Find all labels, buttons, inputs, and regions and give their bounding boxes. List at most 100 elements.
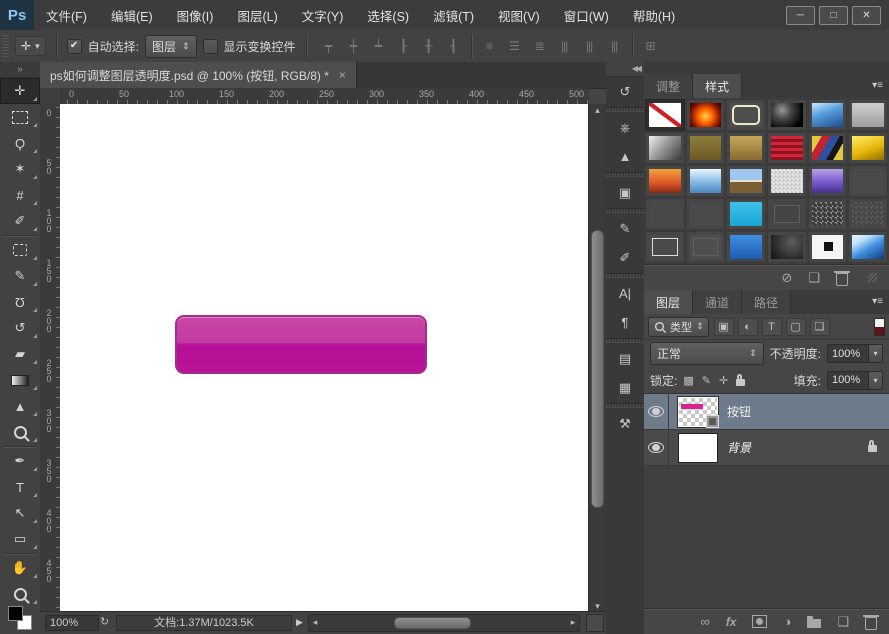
blend-mode-dropdown[interactable]: 正常 ⇕	[650, 342, 764, 365]
menu-type[interactable]: 文字(Y)	[290, 0, 356, 30]
layer-row-button[interactable]: 按钮	[644, 394, 889, 430]
style-dark-3[interactable]	[686, 198, 726, 230]
document-info[interactable]: 文档:1.37M/1023.5K	[116, 615, 292, 631]
filter-pixel-layers[interactable]: ▣	[714, 318, 734, 336]
auto-select-checkbox[interactable]: ✔	[67, 39, 82, 54]
style-red-stripes[interactable]	[767, 132, 807, 164]
menu-help[interactable]: 帮助(H)	[621, 0, 687, 30]
distribute-right-edges[interactable]: |||	[603, 36, 626, 56]
new-layer-button[interactable]: ❑	[837, 614, 849, 630]
style-tan[interactable]	[726, 132, 766, 164]
style-checker-pattern[interactable]	[808, 198, 848, 230]
style-orange-glow[interactable]	[686, 99, 726, 131]
layer-filter-toggle[interactable]	[874, 318, 885, 336]
style-dark-2[interactable]	[645, 198, 685, 230]
panel-menu-icon[interactable]: ▾≡	[872, 290, 889, 314]
path-selection-tool[interactable]: ↖	[0, 500, 40, 526]
style-olive[interactable]	[686, 132, 726, 164]
dodge-tool[interactable]	[0, 419, 40, 445]
style-white-outline[interactable]	[645, 231, 685, 263]
options-bar-grip[interactable]	[2, 35, 9, 57]
lock-position[interactable]: ✛	[719, 374, 728, 387]
align-right-edges[interactable]: ┨	[442, 36, 465, 56]
sync-status-icon[interactable]: ↻	[100, 615, 109, 628]
brush-panel-icon[interactable]: ✎	[606, 214, 644, 243]
menu-select[interactable]: 选择(S)	[355, 0, 421, 30]
style-dark-subtle[interactable]	[848, 165, 888, 197]
show-transform-checkbox[interactable]	[203, 39, 218, 54]
style-black-sphere[interactable]	[767, 99, 807, 131]
new-group-button[interactable]	[807, 616, 821, 628]
blur-tool[interactable]: ▲	[0, 393, 40, 419]
style-light-gray[interactable]	[848, 99, 888, 131]
layer-row-background[interactable]: 背景	[644, 430, 889, 466]
pen-tool[interactable]: ✒	[0, 448, 40, 474]
menu-layer[interactable]: 图层(L)	[225, 0, 289, 30]
paragraph-panel-icon[interactable]: ¶	[606, 308, 644, 337]
filter-type-layers[interactable]: T	[762, 318, 782, 336]
ship-wheel-panel-icon[interactable]: ⎈	[606, 113, 644, 142]
layer-thumbnail[interactable]	[678, 397, 718, 427]
foreground-color-swatch[interactable]	[8, 606, 23, 621]
brush-presets-panel-icon[interactable]: ✐	[606, 243, 644, 272]
distribute-vertical-centers[interactable]: ☰	[503, 36, 526, 56]
patch-tool[interactable]	[0, 237, 40, 263]
add-layer-mask-button[interactable]	[752, 615, 767, 628]
new-style-button[interactable]: ❑	[808, 270, 820, 286]
style-cyan[interactable]	[726, 198, 766, 230]
layer-effects-button[interactable]: fx	[726, 615, 737, 629]
filter-type-dropdown[interactable]: 类型 ⇕	[648, 317, 709, 337]
close-button[interactable]: ✕	[852, 6, 881, 25]
resize-grip-icon[interactable]	[868, 273, 877, 282]
lasso-tool[interactable]: Ϙ	[0, 130, 40, 156]
brush-tool[interactable]: ✎	[0, 263, 40, 289]
vertical-scroll-thumb[interactable]	[591, 230, 604, 508]
character-panel-icon[interactable]: A|	[606, 279, 644, 308]
distribute-left-edges[interactable]: |||	[553, 36, 576, 56]
style-blue-solid[interactable]	[726, 231, 766, 263]
menu-file[interactable]: 文件(F)	[34, 0, 99, 30]
style-sunset[interactable]	[645, 165, 685, 197]
move-tool[interactable]: ✛	[0, 78, 40, 104]
lock-image-pixels[interactable]: ✎	[702, 374, 711, 387]
maximize-button[interactable]: □	[819, 6, 848, 25]
paragraph-styles-panel-icon[interactable]: ▦	[606, 373, 644, 402]
scroll-right-arrow-icon[interactable]: ▸	[568, 615, 578, 631]
auto-align-layers[interactable]: ⊞	[639, 36, 662, 56]
gradient-tool[interactable]	[0, 367, 40, 393]
tab-paths[interactable]: 路径	[742, 290, 791, 314]
zoom-tool[interactable]	[0, 581, 40, 607]
tab-close-icon[interactable]: ×	[339, 68, 346, 82]
rectangle-tool[interactable]: ▭	[0, 526, 40, 552]
tab-styles[interactable]: 样式	[693, 74, 742, 98]
hand-tool[interactable]: ✋	[0, 555, 40, 581]
foreground-background-colors[interactable]	[8, 606, 32, 630]
style-dark-outline[interactable]	[767, 198, 807, 230]
3d-cube-panel-icon[interactable]: ▣	[606, 178, 644, 207]
menu-filter[interactable]: 滤镜(T)	[421, 0, 486, 30]
style-camo[interactable]	[808, 132, 848, 164]
vertical-scrollbar[interactable]: ▴ ▾	[588, 104, 606, 612]
canvas-viewport[interactable]	[60, 104, 589, 612]
horizontal-scrollbar[interactable]: ◂ ▸	[308, 614, 580, 632]
dock-expand-button[interactable]: ◀◀	[606, 62, 644, 77]
history-panel-icon[interactable]: ↺	[606, 77, 644, 106]
scroll-left-arrow-icon[interactable]: ◂	[310, 615, 320, 631]
menu-window[interactable]: 窗口(W)	[552, 0, 621, 30]
filter-shape-layers[interactable]: ▢	[786, 318, 806, 336]
scroll-up-arrow-icon[interactable]: ▴	[589, 104, 606, 116]
style-purple-gel[interactable]	[808, 165, 848, 197]
style-faint-square[interactable]	[686, 231, 726, 263]
filter-smart-objects[interactable]: ❏	[810, 318, 830, 336]
visibility-toggle[interactable]	[644, 430, 669, 465]
character-styles-panel-icon[interactable]: ▤	[606, 344, 644, 373]
histogram-panel-icon[interactable]: ▲	[606, 142, 644, 171]
chevron-down-icon[interactable]: ▾	[868, 345, 882, 362]
minimize-button[interactable]: ─	[786, 6, 815, 25]
canvas-surface[interactable]	[60, 104, 589, 612]
style-yellow-gel[interactable]	[848, 132, 888, 164]
filter-adjustment-layers[interactable]: ◐	[738, 318, 758, 336]
tab-adjustments[interactable]: 调整	[644, 74, 693, 98]
tool-preset-picker[interactable]: ✛ ▾	[15, 36, 46, 56]
new-adjustment-layer-button[interactable]: ◑	[783, 614, 791, 629]
